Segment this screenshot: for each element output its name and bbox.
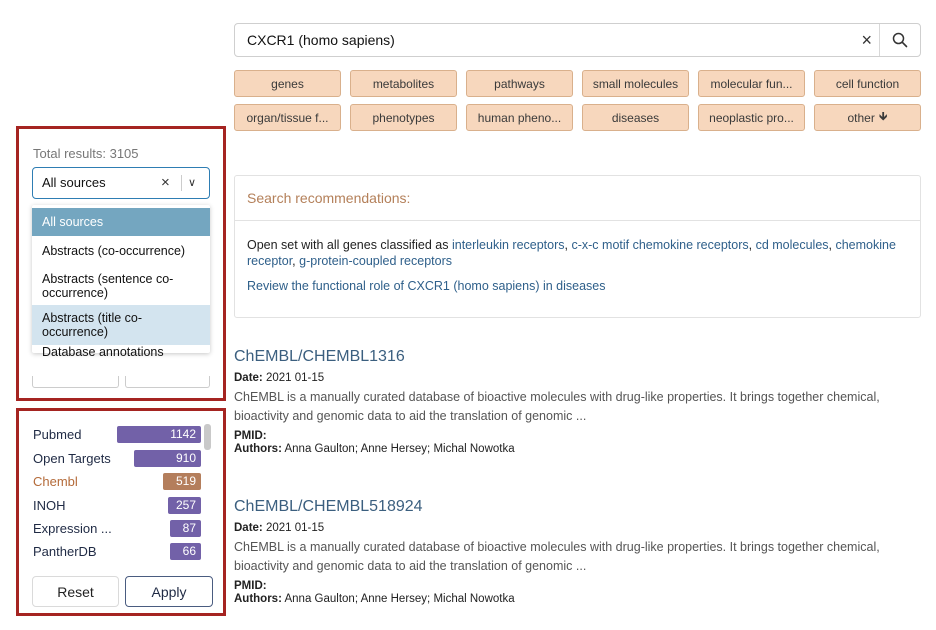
search-input[interactable]: CXCR1 (homo sapiens) [247, 24, 395, 56]
category-chips: genes metabolites pathways small molecul… [234, 70, 924, 131]
source-row-pantherdb[interactable]: PantherDB 66 [33, 543, 201, 560]
source-name: INOH [33, 498, 66, 513]
ghost-button-left [32, 376, 119, 388]
result-date: Date: 2021 01-15 [234, 522, 325, 534]
source-row-pubmed[interactable]: Pubmed 1142 [33, 426, 201, 443]
option-all-sources[interactable]: All sources [32, 208, 210, 236]
reset-button[interactable]: Reset [32, 576, 119, 607]
result-title[interactable]: ChEMBL/CHEMBL1316 [234, 347, 924, 367]
source-dropdown-menu: All sources Abstracts (co-occurrence) Ab… [32, 205, 210, 359]
recommendations-panel: Search recommendations: Open set with al… [234, 175, 921, 318]
chip-metabolites[interactable]: metabolites [350, 70, 457, 97]
search-field[interactable]: CXCR1 (homo sapiens) × [234, 23, 921, 57]
source-select-value: All sources [42, 175, 106, 190]
chip-phenotypes[interactable]: phenotypes [350, 104, 457, 131]
option-abstracts-sentence[interactable]: Abstracts (sentence co-occurrence) [32, 266, 210, 305]
result-pmid: PMID: [234, 580, 267, 592]
chip-human-phenotypes[interactable]: human pheno... [466, 104, 573, 131]
source-row-expression[interactable]: Expression ... 87 [33, 520, 201, 537]
source-name: Open Targets [33, 451, 111, 466]
result-title[interactable]: ChEMBL/CHEMBL518924 [234, 497, 924, 517]
source-count-bar: 519 [163, 473, 201, 490]
source-name: Pubmed [33, 427, 82, 442]
source-row-open-targets[interactable]: Open Targets 910 [33, 450, 201, 467]
chip-diseases[interactable]: diseases [582, 104, 689, 131]
result-authors: Authors: Anna Gaulton; Anne Hersey; Mich… [234, 443, 515, 455]
search-icon [892, 32, 908, 48]
clear-search-icon[interactable]: × [861, 24, 872, 56]
result-authors: Authors: Anna Gaulton; Anne Hersey; Mich… [234, 593, 515, 605]
source-row-inoh[interactable]: INOH 257 [33, 497, 201, 514]
result-description: ChEMBL is a manually curated database of… [234, 390, 880, 423]
apply-button[interactable]: Apply [125, 576, 213, 607]
clear-selection-icon[interactable]: × [161, 168, 170, 198]
chip-genes[interactable]: genes [234, 70, 341, 97]
source-count-bar: 87 [170, 520, 201, 537]
source-name: PantherDB [33, 544, 97, 559]
chip-other[interactable]: other 🡻 [814, 104, 921, 131]
source-count-bar: 910 [134, 450, 201, 467]
result-description: ChEMBL is a manually curated database of… [234, 540, 880, 573]
source-name: Expression ... [33, 521, 112, 536]
ghost-button-right [125, 376, 210, 388]
link-gpcr[interactable]: g-protein-coupled receptors [299, 254, 452, 268]
result-item: ChEMBL/CHEMBL518924 Date: 2021 01-15 ChE… [234, 497, 924, 605]
recommendations-heading: Search recommendations: [235, 176, 920, 221]
source-count-bar: 66 [170, 543, 201, 560]
chip-organ-tissue-function[interactable]: organ/tissue f... [234, 104, 341, 131]
result-date: Date: 2021 01-15 [234, 372, 325, 384]
option-database-annotations[interactable]: Database annotations [32, 345, 210, 359]
total-results: Total results: 3105 [33, 146, 139, 161]
option-abstracts-title[interactable]: Abstracts (title co-occurrence) [32, 305, 210, 345]
link-cd-molecules[interactable]: cd molecules [756, 238, 829, 252]
result-pmid: PMID: [234, 430, 267, 442]
option-abstracts-co-occurrence[interactable]: Abstracts (co-occurrence) [32, 236, 210, 266]
chip-cell-function[interactable]: cell function [814, 70, 921, 97]
scrollbar-thumb[interactable] [204, 424, 211, 450]
source-select[interactable]: All sources × ∨ [32, 167, 210, 199]
select-divider [181, 175, 182, 191]
recommendation-functional-role-link[interactable]: Review the functional role of CXCR1 (hom… [247, 279, 606, 293]
source-row-chembl[interactable]: Chembl 519 [33, 473, 201, 490]
chip-small-molecules[interactable]: small molecules [582, 70, 689, 97]
chip-neoplastic-process[interactable]: neoplastic pro... [698, 104, 805, 131]
chip-pathways[interactable]: pathways [466, 70, 573, 97]
chip-molecular-function[interactable]: molecular fun... [698, 70, 805, 97]
source-count-bar: 257 [168, 497, 201, 514]
link-interleukin-receptors[interactable]: interleukin receptors [452, 238, 565, 252]
arrow-down-icon: 🡻 [878, 109, 888, 123]
link-cxc-chemokine-receptors[interactable]: c-x-c motif chemokine receptors [571, 238, 748, 252]
recommendation-gene-set: Open set with all genes classified as in… [247, 238, 896, 268]
source-name: Chembl [33, 474, 78, 489]
chevron-down-icon[interactable]: ∨ [188, 168, 196, 198]
result-item: ChEMBL/CHEMBL1316 Date: 2021 01-15 ChEMB… [234, 347, 924, 455]
source-count-bar: 1142 [117, 426, 201, 443]
search-button[interactable] [880, 24, 920, 56]
